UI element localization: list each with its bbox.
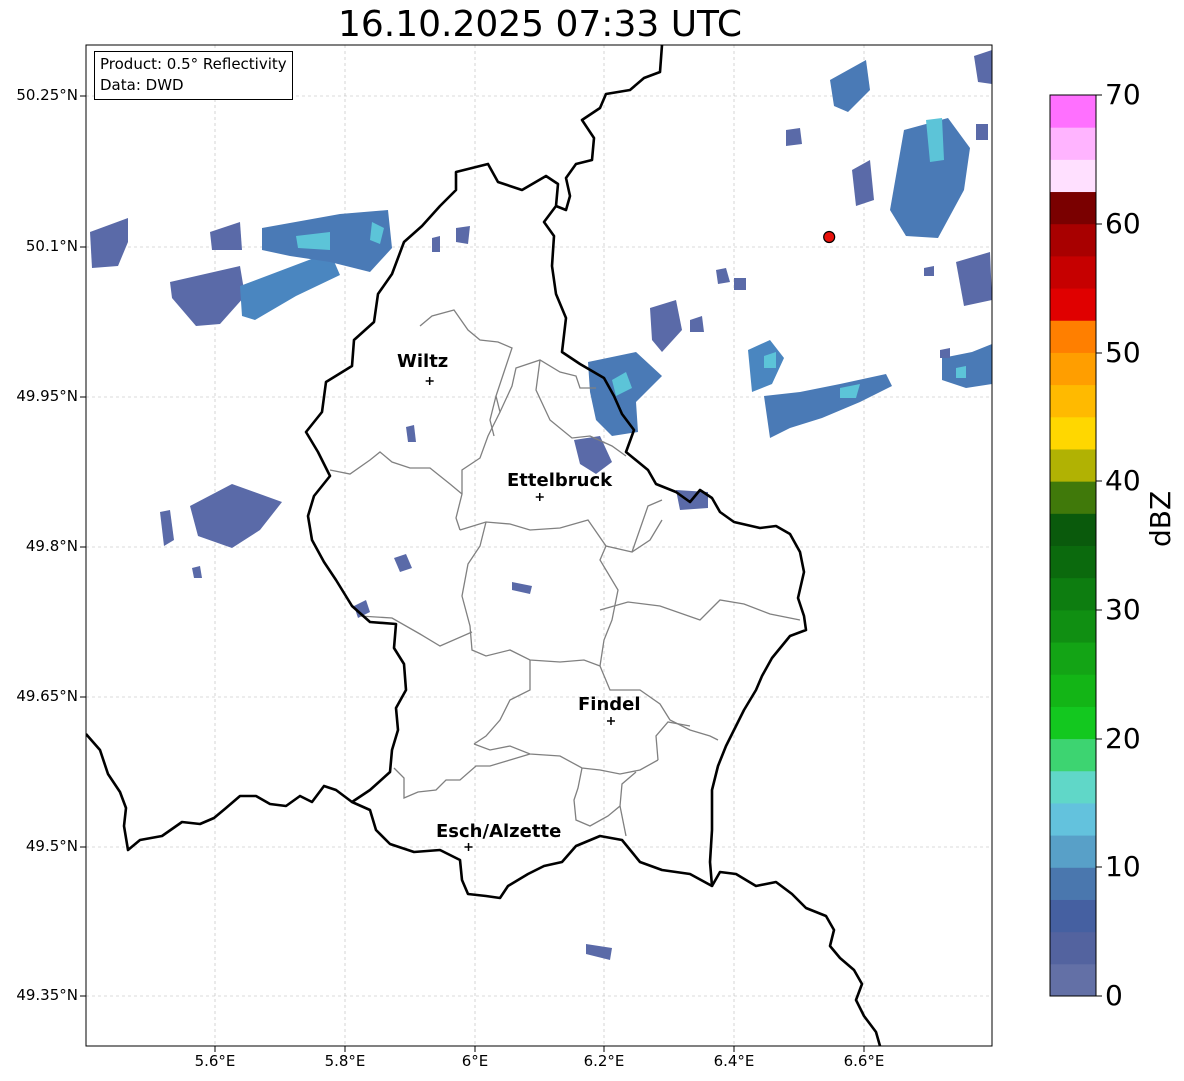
colorbar-segment [1050,416,1096,450]
lon-tick-label: 5.6°E [194,1052,236,1070]
lon-tick-label: 6.2°E [583,1052,625,1070]
lat-tick-label: 49.5°N [25,837,78,855]
colorbar-segment [1050,867,1096,900]
colorbar-segment [1050,577,1096,611]
lat-tick-label: 50.25°N [16,86,78,104]
colorbar-segment [1050,706,1096,740]
radar-site-marker[interactable] [823,230,836,244]
colorbar-segment [1050,127,1096,160]
lat-tick-label: 49.8°N [25,537,78,555]
lat-tick-label: 49.95°N [16,387,78,405]
product-label: Product: 0.5° Reflectivity [100,55,287,73]
data-source-label: Data: DWD [100,76,184,94]
colorbar-segment [1050,159,1096,193]
lon-tick-label: 6°E [461,1052,489,1070]
colorbar-segment [1050,674,1096,707]
colorbar-segment [1050,95,1096,128]
lat-tick-label: 50.1°N [25,237,78,255]
colorbar-segment [1050,770,1096,804]
lat-tick-label: 49.35°N [16,986,78,1004]
colorbar-segment [1050,191,1096,225]
colorbar-segment [1050,513,1096,546]
colorbar-segment [1050,481,1096,514]
lon-tick-label: 6.6°E [843,1052,885,1070]
city-label-ettelbruck: Ettelbruck [507,470,613,491]
colorbar-segment [1050,931,1096,965]
colorbar-segment [1050,384,1096,418]
colorbar-ticks [1096,94,1102,997]
info-box: Product: 0.5° Reflectivity Data: DWD [94,51,293,100]
colorbar-segment [1050,448,1096,482]
colorbar-tick-label: 30 [1105,593,1141,626]
colorbar-segment [1050,899,1096,933]
lon-tick-label: 6.4°E [713,1052,755,1070]
colorbar-unit-label: dBZ [1144,490,1177,547]
echo-cluster [976,124,988,140]
colorbar-segment [1050,642,1096,675]
colorbar-tick-label: 20 [1105,722,1141,755]
colorbar-tick-label: 70 [1105,78,1141,111]
colorbar-segment [1050,288,1096,321]
colorbar-tick-label: 50 [1105,336,1141,369]
echo-cluster [786,128,802,146]
lon-tick-label: 5.8°E [324,1052,366,1070]
colorbar-segment [1050,255,1096,289]
echo-cluster [734,278,746,290]
lat-tick-label: 49.65°N [16,687,78,705]
city-label-esch-alzette: Esch/Alzette [436,821,562,842]
city-label-wiltz: Wiltz [397,351,449,372]
city-label-findel: Findel [578,694,641,715]
echo-cluster [432,236,440,252]
echo-cluster [956,366,966,378]
echo-cluster [456,226,470,244]
colorbar-segment [1050,835,1096,868]
colorbar [1050,95,1096,997]
colorbar-tick-label: 10 [1105,850,1141,883]
radar-map[interactable] [0,0,1184,1081]
colorbar-segment [1050,320,1096,353]
colorbar-segment [1050,223,1096,257]
colorbar-segment [1050,609,1096,643]
colorbar-segment [1050,352,1096,386]
colorbar-tick-label: 60 [1105,207,1141,240]
colorbar-segment [1050,738,1096,772]
colorbar-segment [1050,963,1096,997]
colorbar-tick-label: 40 [1105,464,1141,497]
colorbar-tick-label: 0 [1105,979,1123,1012]
colorbar-segment [1050,545,1096,579]
colorbar-segment [1050,802,1096,836]
